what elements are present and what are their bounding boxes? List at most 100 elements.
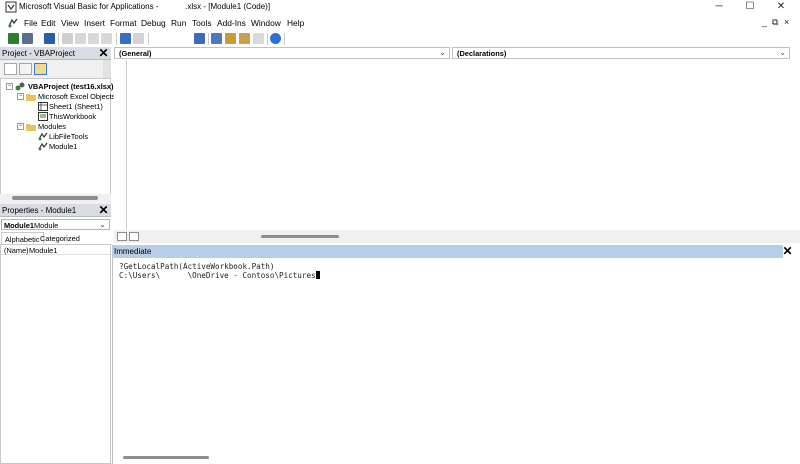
worksheet-icon <box>38 102 48 111</box>
vertical-scrollbar[interactable] <box>790 258 800 464</box>
code-margin[interactable] <box>114 60 127 230</box>
mdi-close-button[interactable]: × <box>784 17 789 27</box>
object-dropdown-value: (General) <box>119 49 152 58</box>
close-icon[interactable]: ✕ <box>98 204 109 216</box>
menu-insert[interactable]: Insert <box>84 18 105 28</box>
menu-edit[interactable]: Edit <box>41 18 55 28</box>
vba-app-icon <box>5 1 17 13</box>
maximize-button[interactable]: ☐ <box>737 0 763 14</box>
properties-header: Properties - Module1 ✕ <box>0 204 111 217</box>
menu-debug[interactable]: Debug <box>141 18 166 28</box>
menu-view[interactable]: View <box>61 18 79 28</box>
tree-item-vbaproject[interactable]: VBAProject (test16.xlsx) <box>28 82 113 91</box>
view-object-icon[interactable] <box>19 63 32 75</box>
vertical-scrollbar[interactable] <box>790 60 800 230</box>
code-editor[interactable] <box>114 60 790 230</box>
full-module-view-icon[interactable] <box>129 232 139 241</box>
copy-icon[interactable] <box>75 33 86 44</box>
properties-tabs: Alphabetic Categorized <box>0 232 111 244</box>
procedure-view-icon[interactable] <box>117 232 127 241</box>
object-name: Module1 <box>4 221 34 230</box>
module-icon <box>38 132 48 141</box>
code-bottom-bar <box>114 230 800 243</box>
insert-module-icon[interactable] <box>22 33 33 44</box>
immediate-line[interactable]: ?GetLocalPath(ActiveWorkbook.Path) <box>119 262 274 271</box>
menu-format[interactable]: Format <box>110 18 137 28</box>
toggle-folders-icon[interactable] <box>34 63 47 75</box>
close-window-button[interactable]: ✕ <box>768 0 794 14</box>
object-dropdown[interactable]: (General) ⌄ <box>114 47 450 59</box>
mdi-minimize-button[interactable]: _ <box>762 17 767 27</box>
toolbar-separator <box>58 33 59 45</box>
project-explorer-icon[interactable] <box>211 33 222 44</box>
project-explorer-toolbar <box>0 60 111 78</box>
tab-categorized[interactable]: Categorized <box>37 232 83 244</box>
close-icon[interactable]: ✕ <box>782 245 793 257</box>
project-tree: − VBAProject (test16.xlsx) − Microsoft E… <box>0 78 115 196</box>
scrollbar[interactable] <box>103 60 111 78</box>
property-value[interactable]: Module1 <box>29 246 57 255</box>
object-select[interactable]: Module1 Module ⌄ <box>1 219 110 230</box>
toolbar-separator <box>208 33 209 45</box>
property-name: (Name) <box>4 246 29 255</box>
project-explorer-header: Project - VBAProject ✕ <box>0 47 111 60</box>
folder-icon <box>26 94 36 101</box>
menu-help[interactable]: Help <box>287 18 304 28</box>
paste-icon[interactable] <box>88 33 99 44</box>
close-icon[interactable]: ✕ <box>98 47 109 59</box>
chevron-down-icon: ⌄ <box>99 220 106 229</box>
module-icon <box>8 18 18 28</box>
object-browser-icon[interactable] <box>239 33 250 44</box>
collapse-icon[interactable]: − <box>6 83 13 90</box>
immediate-title: Immediate <box>114 247 152 256</box>
immediate-header: Immediate <box>112 245 783 258</box>
minimize-button[interactable]: ─ <box>706 0 732 14</box>
menu-run[interactable]: Run <box>171 18 186 28</box>
menu-add-ins[interactable]: Add-Ins <box>217 18 246 28</box>
mdi-restore-button[interactable]: ⧉ <box>772 17 778 28</box>
procedure-dropdown[interactable]: (Declarations) ⌄ <box>452 47 790 59</box>
tree-item-module1[interactable]: Module1 <box>49 142 77 151</box>
scrollbar-thumb[interactable] <box>261 235 339 238</box>
chevron-down-icon: ⌄ <box>439 48 446 57</box>
redo-icon[interactable] <box>133 33 144 44</box>
tree-item-modules[interactable]: Modules <box>38 122 66 131</box>
cut-icon[interactable] <box>62 33 73 44</box>
help-icon[interactable] <box>270 33 281 44</box>
properties-title: Properties - Module1 <box>2 206 77 215</box>
properties-window-icon[interactable] <box>225 33 236 44</box>
toolbox-icon[interactable] <box>253 33 264 44</box>
tree-item-thisworkbook[interactable]: ThisWorkbook <box>49 112 96 121</box>
menu-file[interactable]: File <box>24 18 38 28</box>
view-code-icon[interactable] <box>4 63 17 75</box>
scrollbar-thumb[interactable] <box>12 196 98 200</box>
folder-icon <box>26 124 36 131</box>
text-caret <box>315 271 320 279</box>
horizontal-scrollbar[interactable] <box>258 232 800 241</box>
project-explorer-title: Project - VBAProject <box>2 49 75 58</box>
window-title: Microsoft Visual Basic for Applications … <box>19 2 271 11</box>
horizontal-scrollbar[interactable] <box>0 194 111 204</box>
tree-item-sheet1[interactable]: Sheet1 (Sheet1) <box>49 102 103 111</box>
menu-tools[interactable]: Tools <box>192 18 212 28</box>
find-icon[interactable] <box>101 33 112 44</box>
insert-dropdown-icon[interactable] <box>34 33 40 44</box>
menu-window[interactable]: Window <box>251 18 281 28</box>
immediate-line[interactable]: C:\Users\ \OneDrive - Contoso\Pictures <box>119 271 320 280</box>
vba-project-icon <box>15 82 25 91</box>
toolbar-separator <box>267 33 268 45</box>
view-excel-icon[interactable] <box>8 33 19 44</box>
collapse-icon[interactable]: − <box>17 93 24 100</box>
standard-toolbar <box>0 31 800 77</box>
tree-item-excel-objects[interactable]: Microsoft Excel Objects <box>38 92 115 101</box>
save-icon[interactable] <box>44 33 55 44</box>
property-row[interactable]: (Name) Module1 <box>1 245 110 255</box>
immediate-window[interactable]: ?GetLocalPath(ActiveWorkbook.Path) C:\Us… <box>112 258 792 464</box>
scrollbar-thumb[interactable] <box>123 456 209 459</box>
properties-grid: (Name) Module1 <box>0 244 111 464</box>
collapse-icon[interactable]: − <box>17 123 24 130</box>
toolbar-separator <box>116 33 117 45</box>
design-mode-icon[interactable] <box>194 33 205 44</box>
tree-item-libfiletools[interactable]: LibFileTools <box>49 132 88 141</box>
undo-icon[interactable] <box>120 33 131 44</box>
